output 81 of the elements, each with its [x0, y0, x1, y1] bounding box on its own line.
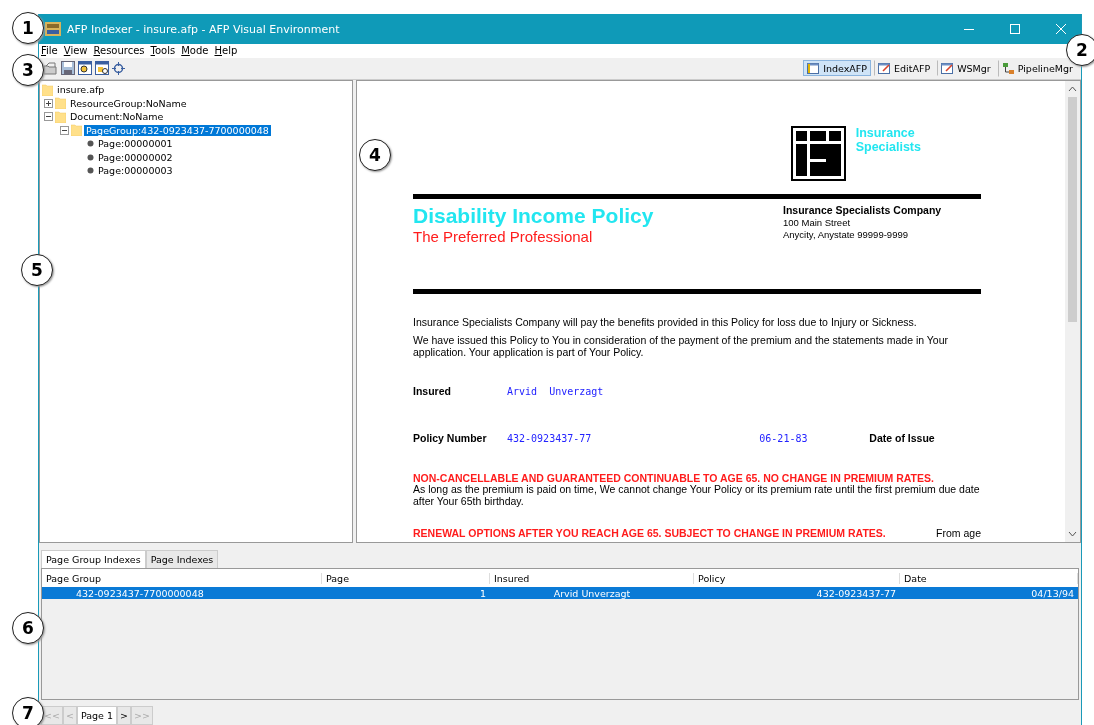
tab[interactable]: Page Indexes	[145, 550, 219, 569]
field-value: Arvid Unverzagt	[507, 386, 604, 398]
paragraph: We have issued this Policy to You in consideration of the payment of the premium and the statements made in Your application. Your application is part of Your Policy.	[413, 335, 950, 359]
tree-item[interactable]: insure.afp	[55, 84, 107, 96]
bullet-icon	[87, 140, 94, 148]
callout-number: 5	[21, 254, 53, 286]
tree-item[interactable]: ResourceGroup:NoName	[68, 97, 189, 109]
field-value: 06-21-83	[759, 433, 809, 445]
company-name: Insurance Specialists Company	[783, 203, 942, 216]
address-line: 100 Main Street	[783, 216, 852, 229]
menu-item[interactable]: View	[63, 45, 88, 57]
menu-item[interactable]: Mode	[181, 45, 209, 57]
notice-text: From age	[936, 527, 981, 540]
menu-item[interactable]: File	[41, 45, 58, 57]
edit-document-icon	[878, 62, 892, 75]
column-header[interactable]: Page	[322, 572, 490, 584]
notice-heading: NON-CANCELLABLE AND GUARANTEED CONTINUABLE TO AGE 65. NO CHANGE IN PREMIUM RATES.	[413, 472, 935, 485]
table-cell-text: 432-0923437-77	[815, 587, 897, 599]
expand-icon[interactable]	[44, 98, 53, 108]
table-cell-text: 1	[478, 587, 487, 599]
document-subtitle: The Preferred Professional	[413, 227, 594, 245]
table-cell-text: 04/13/94	[1030, 587, 1075, 599]
menu-item[interactable]: Help	[214, 45, 238, 57]
folder-icon	[55, 97, 66, 110]
table-cell-text: Arvid Unverzagt	[552, 587, 632, 599]
search-document-icon[interactable]	[95, 61, 109, 76]
tree-item[interactable]: PageGroup:432-0923437-7700000048	[84, 124, 271, 136]
menu-item[interactable]: Tools	[150, 45, 176, 57]
tab[interactable]: Page Group Indexes	[41, 550, 146, 569]
network-icon	[1001, 61, 1015, 75]
folder-icon	[55, 110, 66, 123]
document-icon	[807, 62, 821, 75]
app-logo-icon	[45, 22, 61, 36]
tree-item[interactable]: Document:NoName	[68, 111, 166, 123]
column-header[interactable]: Insured	[490, 572, 694, 584]
bullet-icon	[87, 167, 94, 175]
page-field[interactable]: Page 1	[76, 706, 117, 725]
column-header[interactable]: Date	[900, 572, 1078, 584]
window-title: AFP Indexer - insure.afp - AFP Visual Environment	[67, 22, 341, 36]
tree-item[interactable]: Page:00000002	[96, 151, 175, 163]
edit-document-icon	[941, 62, 955, 75]
tree-item[interactable]: Page:00000001	[96, 138, 175, 150]
field-label: Insured	[413, 385, 452, 398]
close-icon	[1056, 24, 1066, 34]
search-document-icon[interactable]	[78, 61, 92, 76]
mode-button[interactable]: EditAFP	[874, 60, 935, 77]
scrollbar[interactable]	[1065, 80, 1080, 543]
folder-icon	[42, 83, 53, 96]
address-line: Anycity, Anystate 99999-9999	[783, 228, 909, 241]
mode-button[interactable]: IndexAFP	[803, 60, 872, 77]
save-icon[interactable]	[61, 61, 75, 76]
notice-text: As long as the premium is paid on time, We cannot change Your Policy or its premium rate until the first premium due date after Your 65th birthday.	[413, 484, 981, 508]
menu-item[interactable]: Resources	[93, 45, 145, 57]
scroll-down-icon[interactable]	[1068, 530, 1077, 539]
scroll-up-icon[interactable]	[1068, 84, 1077, 93]
collapse-icon[interactable]	[44, 112, 53, 122]
callout-number: 6	[12, 612, 44, 644]
open-icon[interactable]	[43, 61, 58, 75]
logo-text: Specialists	[855, 139, 921, 154]
callout-number: 1	[12, 12, 44, 44]
table-row[interactable]: 432-0923437-7700000048 1 Arvid Unverzagt 432-0923437-77 04/13/94	[42, 587, 1078, 600]
tree-item[interactable]: Page:00000003	[96, 165, 175, 177]
folder-icon	[71, 124, 82, 137]
paragraph: Insurance Specialists Company will pay the benefits provided in this Policy for loss due to Injury or Sickness.	[413, 316, 918, 329]
callout-number: 7	[12, 697, 44, 725]
collapse-icon[interactable]	[60, 125, 69, 135]
mode-button[interactable]: WSMgr	[937, 60, 995, 77]
field-label: Date of Issue	[869, 432, 936, 445]
maximize-icon	[1010, 24, 1020, 34]
field-label: Policy Number	[413, 432, 488, 445]
document-title: Disability Income Policy	[413, 203, 654, 228]
column-header[interactable]: Policy	[694, 572, 900, 584]
table-cell-text: 432-0923437-7700000048	[75, 587, 205, 599]
logo-text: Insurance	[855, 125, 916, 140]
column-header[interactable]: Page Group	[42, 572, 322, 584]
callout-number: 3	[12, 54, 44, 86]
bullet-icon	[87, 153, 94, 161]
field-value: 432-0923437-77	[507, 433, 592, 445]
logo-icon	[790, 125, 846, 181]
notice-heading: RENEWAL OPTIONS AFTER YOU REACH AGE 65. SUBJECT TO CHANGE IN PREMIUM RATES.	[413, 527, 886, 540]
crosshair-icon[interactable]	[112, 61, 125, 75]
